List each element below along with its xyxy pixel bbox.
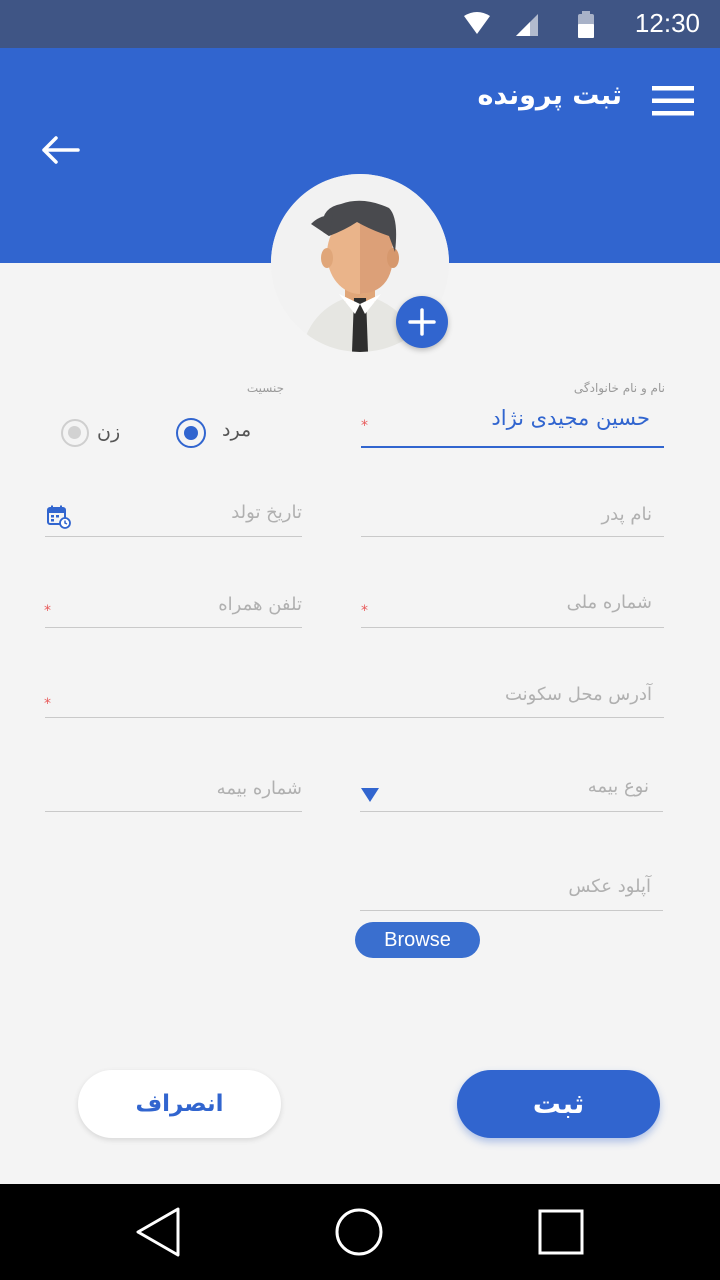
gender-female-radio[interactable] bbox=[61, 419, 89, 447]
wifi-icon bbox=[464, 12, 490, 34]
back-arrow-icon[interactable] bbox=[40, 134, 80, 166]
full-name-label: نام و نام خانوادگی bbox=[573, 381, 665, 395]
add-photo-button[interactable] bbox=[396, 296, 448, 348]
nav-recents-icon[interactable] bbox=[537, 1208, 585, 1256]
photo-upload-field[interactable]: آپلود عکس bbox=[360, 866, 663, 911]
national-id-field[interactable]: شماره ملی bbox=[361, 582, 664, 628]
gender-label: جنسیت bbox=[246, 381, 284, 395]
birth-date-field[interactable]: تاریخ تولد bbox=[45, 490, 302, 537]
full-name-value: حسین مجیدی نژاد bbox=[491, 406, 650, 430]
submit-button[interactable]: ثبت bbox=[457, 1070, 660, 1138]
address-placeholder: آدرس محل سکونت bbox=[504, 684, 652, 705]
full-name-field[interactable]: حسین مجیدی نژاد bbox=[361, 400, 664, 448]
radio-disabled-dot bbox=[68, 426, 81, 439]
system-nav-bar bbox=[0, 1184, 720, 1280]
insurance-number-placeholder: شماره بیمه bbox=[216, 778, 302, 799]
status-bar: 12:30 bbox=[0, 0, 720, 48]
cancel-button[interactable]: انصراف bbox=[78, 1070, 281, 1138]
nav-back-icon[interactable] bbox=[134, 1206, 182, 1258]
plus-icon bbox=[408, 308, 436, 336]
signal-icon bbox=[516, 14, 538, 36]
insurance-type-placeholder: نوع بیمه bbox=[587, 776, 649, 797]
status-time: 12:30 bbox=[634, 8, 700, 38]
gender-female-label[interactable]: زن bbox=[97, 421, 120, 443]
father-name-placeholder: نام پدر bbox=[601, 504, 652, 525]
dropdown-arrow-icon[interactable] bbox=[361, 788, 379, 802]
page-title: ثبت پرونده bbox=[477, 80, 622, 111]
mobile-field[interactable]: تلفن همراه bbox=[45, 582, 302, 628]
status-icons bbox=[464, 11, 594, 38]
required-mark: * bbox=[361, 418, 368, 434]
address-field[interactable]: آدرس محل سکونت bbox=[45, 672, 664, 718]
insurance-type-select[interactable]: نوع بیمه bbox=[360, 766, 663, 812]
mobile-placeholder: تلفن همراه bbox=[218, 594, 302, 615]
photo-upload-placeholder: آپلود عکس bbox=[568, 876, 651, 897]
gender-male-radio[interactable] bbox=[176, 418, 206, 448]
birth-date-placeholder: تاریخ تولد bbox=[231, 502, 302, 523]
required-mark: * bbox=[44, 603, 51, 619]
required-mark: * bbox=[44, 696, 51, 712]
nav-home-icon[interactable] bbox=[333, 1206, 385, 1258]
hamburger-menu-icon[interactable] bbox=[652, 86, 694, 116]
father-name-field[interactable]: نام پدر bbox=[361, 490, 664, 537]
gender-male-label[interactable]: مرد bbox=[222, 419, 251, 441]
calendar-icon[interactable] bbox=[47, 505, 71, 529]
insurance-number-field[interactable]: شماره بیمه bbox=[45, 766, 302, 812]
radio-selected-dot bbox=[183, 425, 198, 440]
battery-icon bbox=[578, 11, 594, 38]
required-mark: * bbox=[361, 603, 368, 619]
national-id-placeholder: شماره ملی bbox=[566, 592, 652, 613]
browse-button[interactable]: Browse bbox=[355, 922, 480, 958]
